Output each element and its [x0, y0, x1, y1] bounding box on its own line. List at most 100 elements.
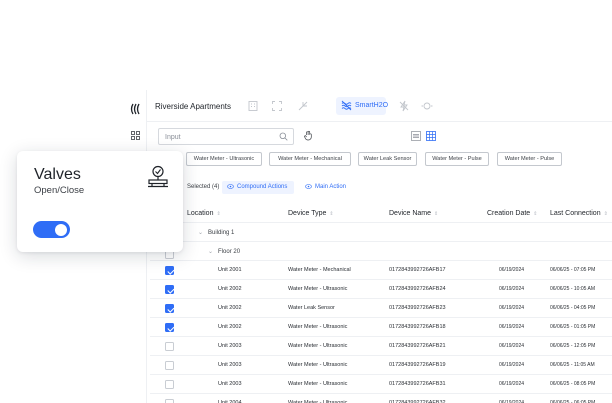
- row-divider: [150, 241, 612, 242]
- group-building[interactable]: ⌄ Building 1: [198, 229, 234, 236]
- row-divider: [150, 279, 612, 280]
- brand-logo-icon: [130, 103, 140, 115]
- cell-creation-date: 06/19/2024: [499, 381, 525, 387]
- valve-control-card: Valves Open/Close: [17, 151, 183, 252]
- row-checkbox[interactable]: [165, 323, 174, 332]
- cell-creation-date: 06/19/2024: [499, 305, 525, 311]
- cell-location: Unit 2002: [218, 286, 242, 292]
- bolt-icon[interactable]: [398, 100, 410, 112]
- cell-location: Unit 2002: [218, 324, 242, 330]
- cell-device-name: 0172843992726AFB31: [389, 381, 446, 387]
- cell-location: Unit 2003: [218, 343, 242, 349]
- cell-device-type: Water Meter - Ultrasonic: [288, 362, 348, 368]
- cell-last-connection: 06/06/25 - 11:05 AM: [550, 362, 595, 368]
- sort-icon: ⇕: [434, 211, 439, 217]
- search-input[interactable]: [165, 132, 275, 142]
- chevron-down-icon: ⌄: [208, 249, 214, 255]
- sort-icon: ⇕: [329, 211, 334, 217]
- search-box: [158, 128, 294, 145]
- cell-location: Unit 2003: [218, 381, 242, 387]
- main-action-button[interactable]: Main Action: [300, 181, 350, 194]
- row-checkbox[interactable]: [165, 266, 174, 275]
- cell-device-name: 0172843992726AFB24: [389, 286, 446, 292]
- compound-actions-button[interactable]: Compound Actions: [222, 181, 294, 194]
- sort-icon: ⇕: [603, 211, 608, 217]
- top-bar: Riverside Apartments SmartH2O: [147, 90, 612, 122]
- toggle-knob: [55, 223, 67, 236]
- row-divider: [150, 355, 612, 356]
- row-checkbox[interactable]: [165, 285, 174, 294]
- cell-creation-date: 06/19/2024: [499, 286, 525, 292]
- main-action-label: Main Action: [315, 184, 347, 190]
- row-divider: [150, 260, 612, 261]
- expand-icon[interactable]: [271, 100, 283, 112]
- cell-device-type: Water Meter - Ultrasonic: [288, 324, 348, 330]
- selected-count: Selected (4): [187, 184, 220, 190]
- light-icon[interactable]: [421, 100, 433, 112]
- row-checkbox[interactable]: [165, 304, 174, 313]
- cell-device-type: Water Meter - Ultrasonic: [288, 381, 348, 387]
- cell-last-connection: 06/06/25 - 12:05 PM: [550, 343, 596, 349]
- row-divider: [150, 317, 612, 318]
- hand-cursor-icon[interactable]: [303, 130, 314, 141]
- cell-creation-date: 06/19/2024: [499, 267, 525, 273]
- cell-last-connection: 06/06/25 - 01:05 PM: [550, 324, 596, 330]
- sort-icon: ⇕: [533, 211, 538, 217]
- filter-chip[interactable]: Water Meter - Pulse: [497, 152, 562, 166]
- cell-location: Unit 2003: [218, 362, 242, 368]
- cell-last-connection: 06/06/25 - 08:05 PM: [550, 381, 596, 387]
- cell-location: Unit 2002: [218, 305, 242, 311]
- row-divider: [150, 298, 612, 299]
- grid-menu-icon[interactable]: [131, 131, 140, 140]
- row-divider: [150, 336, 612, 337]
- cell-device-name: 0172843992726AFB19: [389, 362, 446, 368]
- cell-device-name: 0172843992726AFB23: [389, 305, 446, 311]
- cell-creation-date: 06/19/2024: [499, 362, 525, 368]
- cell-device-type: Water Meter - Ultrasonic: [288, 343, 348, 349]
- filter-chip[interactable]: Water Leak Sensor: [358, 152, 417, 166]
- cell-last-connection: 06/06/25 - 04:05 PM: [550, 305, 596, 311]
- filter-chip[interactable]: Water Meter - Ultrasonic: [186, 152, 262, 166]
- filter-chip[interactable]: Water Meter - Pulse: [425, 152, 489, 166]
- cell-last-connection: 06/06/25 - 07:05 PM: [550, 267, 596, 273]
- filter-chip[interactable]: Water Meter - Mechanical: [269, 152, 351, 166]
- cell-creation-date: 06/19/2024: [499, 324, 525, 330]
- eye-icon: [227, 183, 234, 189]
- list-view-icon[interactable]: [411, 131, 421, 141]
- row-checkbox[interactable]: [165, 342, 174, 351]
- cell-device-type: Water Meter - Ultrasonic: [288, 286, 348, 292]
- table-view-icon[interactable]: [426, 131, 436, 141]
- cell-device-name: 0172843992726AFB21: [389, 343, 446, 349]
- sort-icon: ⇕: [216, 211, 221, 217]
- valve-toggle-switch[interactable]: [33, 221, 70, 238]
- connector-icon[interactable]: [297, 100, 309, 112]
- valve-icon: [148, 165, 168, 188]
- group-floor[interactable]: ⌄ Floor 20: [208, 248, 240, 255]
- card-subtitle: Open/Close: [34, 185, 85, 196]
- row-checkbox[interactable]: [165, 361, 174, 370]
- eye-icon: [305, 183, 312, 189]
- chevron-down-icon: ⌄: [198, 230, 204, 236]
- column-header-device-type[interactable]: Device Type ⇕: [288, 210, 334, 217]
- cell-device-type: Water Leak Sensor: [288, 305, 335, 311]
- site-name: Riverside Apartments: [155, 102, 232, 111]
- column-header-device-name[interactable]: Device Name ⇕: [389, 210, 438, 217]
- tab-smarth2o[interactable]: SmartH2O: [336, 97, 389, 115]
- water-waves-icon: [341, 100, 352, 111]
- card-title: Valves: [34, 166, 81, 183]
- cell-last-connection: 06/06/25 - 10:05 AM: [550, 286, 596, 292]
- column-header-creation-date[interactable]: Creation Date ⇕: [487, 210, 537, 217]
- column-header-location[interactable]: Location ⇕: [187, 210, 221, 217]
- cell-device-name: 0172843992726AFB17: [389, 267, 446, 273]
- row-checkbox[interactable]: [165, 399, 174, 403]
- cell-device-name: 0172843992726AFB18: [389, 324, 446, 330]
- column-header-last-connection[interactable]: Last Connection ⇕: [550, 210, 608, 217]
- building-icon[interactable]: [247, 100, 259, 112]
- row-checkbox[interactable]: [165, 380, 174, 389]
- compound-actions-label: Compound Actions: [237, 184, 288, 190]
- tab-smarth2o-label: SmartH2O: [355, 102, 389, 109]
- cell-creation-date: 06/19/2024: [499, 343, 525, 349]
- cell-device-type: Water Meter - Mechanical: [288, 267, 351, 273]
- row-divider: [150, 222, 612, 223]
- search-icon[interactable]: [279, 132, 288, 141]
